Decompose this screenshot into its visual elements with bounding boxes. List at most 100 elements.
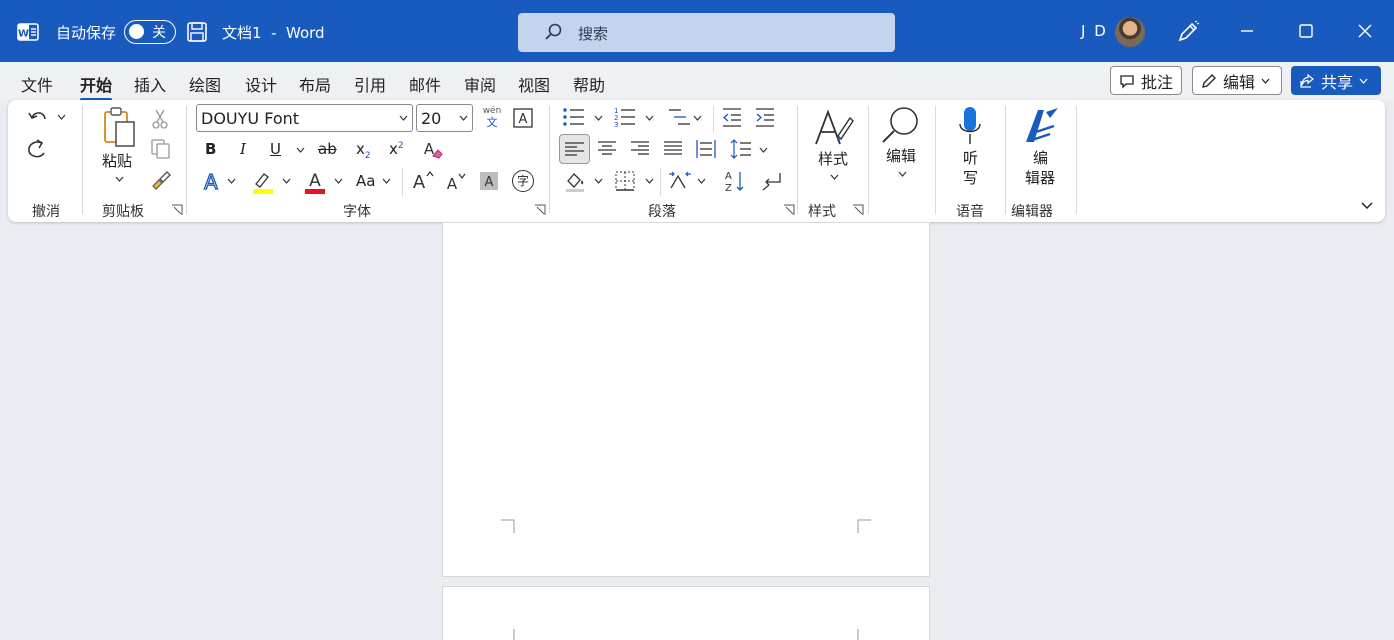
styles-label[interactable]: 样式 bbox=[818, 149, 848, 169]
line-spacing-dropdown-icon[interactable] bbox=[759, 147, 768, 153]
bold-button[interactable]: B bbox=[205, 140, 216, 158]
find-icon[interactable] bbox=[880, 104, 922, 146]
tab-mailings[interactable]: 邮件 bbox=[409, 72, 441, 96]
decrease-indent-icon[interactable] bbox=[721, 106, 743, 128]
tab-file[interactable]: 文件 bbox=[21, 72, 53, 96]
redo-icon[interactable] bbox=[24, 137, 50, 163]
autosave-toggle[interactable]: 关 bbox=[124, 20, 176, 44]
grow-font-icon[interactable]: A bbox=[410, 168, 434, 192]
sort-icon[interactable]: A Z bbox=[723, 169, 747, 193]
italic-button[interactable]: I bbox=[240, 140, 246, 158]
tab-view[interactable]: 视图 bbox=[518, 72, 550, 96]
font-size-select[interactable]: 20 bbox=[416, 104, 473, 132]
text-effects-icon[interactable]: A bbox=[200, 169, 222, 193]
increase-indent-icon[interactable] bbox=[754, 106, 776, 128]
tab-help[interactable]: 帮助 bbox=[573, 72, 605, 96]
highlight-dropdown-icon[interactable] bbox=[282, 178, 291, 184]
underline-dropdown-icon[interactable] bbox=[296, 147, 305, 153]
shading-dropdown-icon[interactable] bbox=[594, 178, 603, 184]
font-color-icon[interactable]: A bbox=[303, 169, 327, 195]
line-spacing-icon[interactable] bbox=[730, 137, 752, 161]
show-marks-icon[interactable] bbox=[760, 170, 784, 192]
tab-home[interactable]: 开始 bbox=[80, 72, 113, 101]
svg-text:A: A bbox=[447, 175, 458, 192]
format-painter-icon[interactable] bbox=[149, 168, 173, 192]
styles-launcher-icon[interactable] bbox=[852, 204, 864, 216]
document-page[interactable] bbox=[442, 222, 930, 577]
bullets-icon[interactable] bbox=[562, 106, 586, 128]
copy-icon[interactable] bbox=[150, 138, 172, 160]
text-effects-dropdown-icon[interactable] bbox=[227, 178, 236, 184]
justify-icon[interactable] bbox=[662, 138, 684, 160]
tab-insert[interactable]: 插入 bbox=[134, 72, 166, 96]
superscript-button[interactable]: x2 bbox=[389, 140, 404, 158]
font-color-dropdown-icon[interactable] bbox=[334, 178, 343, 184]
borders-dropdown-icon[interactable] bbox=[645, 178, 654, 184]
multilevel-dropdown-icon[interactable] bbox=[693, 115, 702, 121]
styles-dropdown-icon[interactable] bbox=[830, 174, 839, 180]
document-page[interactable] bbox=[442, 586, 930, 640]
character-border-icon[interactable]: A bbox=[512, 107, 534, 129]
editing-label[interactable]: 编辑 bbox=[886, 146, 916, 166]
maximize-icon[interactable] bbox=[1291, 16, 1321, 46]
font-launcher-icon[interactable] bbox=[534, 204, 546, 216]
cut-icon[interactable] bbox=[150, 108, 170, 130]
numbering-dropdown-icon[interactable] bbox=[645, 115, 654, 121]
editor-label-1[interactable]: 编 bbox=[1033, 148, 1048, 168]
paste-icon[interactable] bbox=[102, 106, 138, 150]
align-left-button[interactable] bbox=[559, 134, 590, 164]
tab-draw[interactable]: 绘图 bbox=[189, 72, 221, 96]
shading-icon[interactable] bbox=[563, 169, 587, 193]
dictate-label-2[interactable]: 写 bbox=[963, 168, 978, 188]
avatar[interactable] bbox=[1115, 17, 1145, 47]
chinese-layout-icon[interactable] bbox=[668, 170, 692, 192]
subscript-button[interactable]: x2 bbox=[356, 140, 371, 161]
change-case-button[interactable]: Aa bbox=[356, 172, 375, 190]
shrink-font-icon[interactable]: A bbox=[444, 170, 466, 192]
designer-pen-icon[interactable] bbox=[1176, 20, 1200, 44]
paste-label[interactable]: 粘贴 bbox=[102, 151, 132, 171]
paragraph-launcher-icon[interactable] bbox=[783, 204, 795, 216]
comment-button[interactable]: 批注 bbox=[1110, 66, 1182, 95]
editor-icon[interactable] bbox=[1020, 104, 1062, 148]
undo-dropdown-icon[interactable] bbox=[57, 114, 66, 120]
bullets-dropdown-icon[interactable] bbox=[594, 115, 603, 121]
enclose-characters-button[interactable]: 字 bbox=[512, 170, 534, 192]
multilevel-list-icon[interactable] bbox=[667, 106, 691, 128]
minimize-icon[interactable] bbox=[1232, 16, 1262, 46]
styles-icon[interactable] bbox=[812, 106, 854, 148]
numbering-icon[interactable]: 123 bbox=[613, 106, 637, 128]
underline-button[interactable]: U bbox=[270, 140, 281, 158]
paste-dropdown-icon[interactable] bbox=[115, 176, 124, 182]
tab-review[interactable]: 审阅 bbox=[464, 72, 496, 96]
clear-formatting-icon[interactable]: A bbox=[420, 137, 444, 161]
character-shading-icon[interactable]: A bbox=[478, 170, 500, 192]
chinese-layout-dropdown-icon[interactable] bbox=[697, 178, 706, 184]
ribbon-collapse-chevron-icon[interactable] bbox=[1361, 202, 1373, 210]
word-logo-icon[interactable]: W bbox=[17, 21, 39, 43]
change-case-dropdown-icon[interactable] bbox=[382, 178, 391, 184]
dictate-label-1[interactable]: 听 bbox=[963, 148, 978, 168]
editor-label-2[interactable]: 辑器 bbox=[1025, 168, 1055, 188]
close-icon[interactable] bbox=[1350, 16, 1380, 46]
phonetic-guide-button[interactable]: wén 文 bbox=[481, 106, 503, 132]
tab-design[interactable]: 设计 bbox=[245, 72, 277, 96]
editing-mode-button[interactable]: 编辑 bbox=[1192, 66, 1282, 95]
tab-layout[interactable]: 布局 bbox=[299, 72, 331, 96]
borders-icon[interactable] bbox=[614, 170, 636, 192]
align-center-icon[interactable] bbox=[596, 138, 618, 160]
highlight-icon[interactable] bbox=[250, 169, 276, 195]
strikethrough-button[interactable]: ab bbox=[318, 140, 337, 158]
distributed-icon[interactable] bbox=[695, 137, 717, 161]
user-initials[interactable]: J D bbox=[1081, 22, 1108, 40]
save-icon[interactable] bbox=[186, 21, 208, 43]
align-right-icon[interactable] bbox=[629, 138, 651, 160]
tab-references[interactable]: 引用 bbox=[354, 72, 386, 96]
clipboard-launcher-icon[interactable] bbox=[171, 204, 183, 216]
microphone-icon[interactable] bbox=[956, 104, 984, 148]
search-box[interactable]: 搜索 bbox=[518, 13, 895, 52]
editing-dropdown-icon[interactable] bbox=[898, 171, 907, 177]
font-name-select[interactable]: DOUYU Font bbox=[196, 104, 413, 132]
undo-icon[interactable] bbox=[26, 106, 50, 130]
share-button[interactable]: 共享 bbox=[1291, 66, 1381, 95]
